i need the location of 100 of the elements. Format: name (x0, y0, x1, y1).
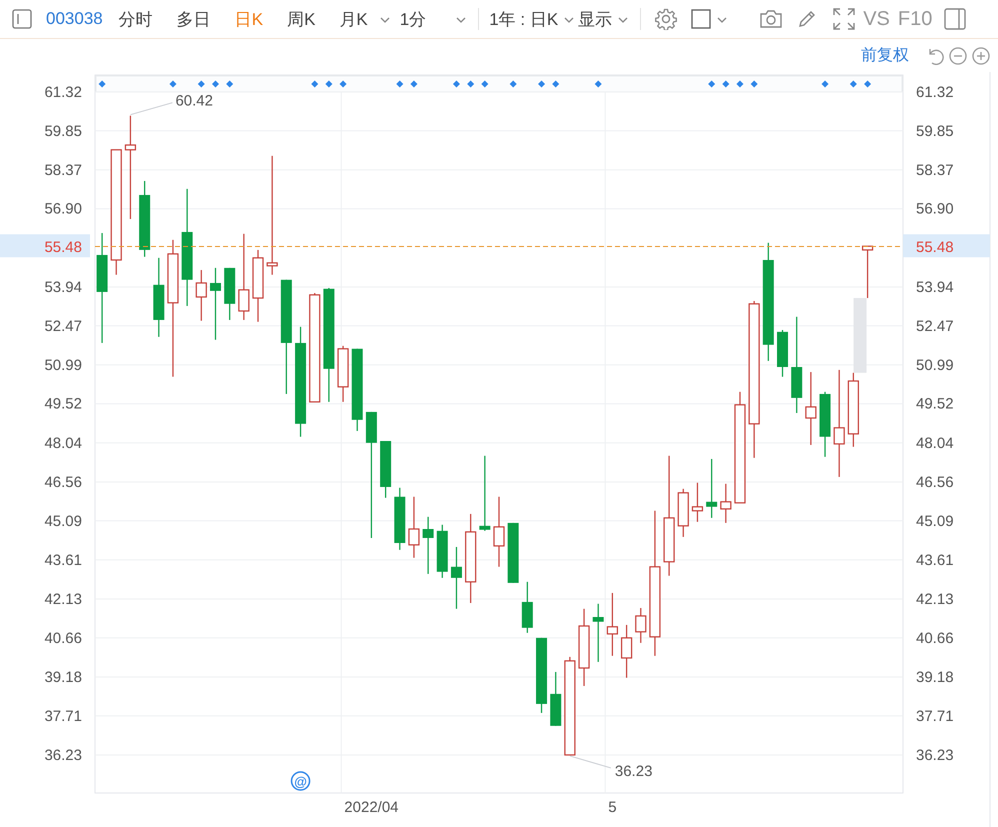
candlestick (550, 672, 562, 726)
chevron-down-icon (717, 17, 728, 23)
square-icon (691, 9, 712, 29)
axis-label: 50.99 (916, 356, 954, 374)
axis-label: 59.85 (44, 122, 82, 140)
period-tab[interactable]: 多日 (174, 4, 213, 34)
axis-label: 40.66 (916, 630, 954, 647)
chevron-down-icon (456, 17, 466, 23)
interval-dropdown[interactable]: 1分 (398, 4, 468, 34)
event-marker (410, 80, 418, 88)
axis-label: 58.37 (44, 162, 82, 179)
event-marker (481, 80, 488, 88)
settings-icon[interactable] (655, 8, 678, 30)
axis-label: 37.71 (44, 708, 82, 725)
candlestick (337, 346, 349, 402)
event-marker (226, 80, 234, 88)
camera-icon[interactable] (759, 9, 784, 29)
sidebar-toggle-icon[interactable] (12, 9, 32, 29)
side-panel-icon[interactable] (944, 8, 966, 30)
candlestick (635, 608, 646, 643)
axis-label: 37.71 (916, 708, 954, 725)
axis-label: 43.61 (916, 552, 954, 569)
adjust-link[interactable]: 前复权 (861, 45, 909, 66)
axis-label: 2022/04 (344, 799, 399, 816)
period-tab[interactable]: 周K (285, 4, 318, 34)
event-marker (467, 80, 474, 88)
axis-label: 56.90 (916, 200, 954, 218)
candlestick (450, 546, 462, 609)
event-marker (750, 80, 758, 88)
axis-label: 46.56 (44, 474, 82, 491)
leader-line (569, 755, 612, 768)
event-marker (510, 80, 517, 88)
event-marker (325, 80, 332, 88)
period-tab[interactable]: 月K (337, 4, 392, 34)
event-marker (311, 80, 318, 88)
axis-label: 53.94 (44, 278, 82, 296)
candlestick (620, 624, 632, 678)
fullscreen-icon[interactable] (833, 8, 856, 30)
candlestick (508, 522, 519, 583)
axis-label: 52.47 (44, 318, 82, 335)
axis-label: 59.85 (916, 122, 954, 140)
event-marker (169, 80, 176, 88)
axis-label: 58.37 (916, 162, 954, 179)
candlestick (224, 268, 236, 320)
axis-label: 42.13 (44, 591, 82, 608)
candlestick (380, 441, 392, 498)
candlestick (678, 488, 689, 537)
chevron-down-icon (380, 17, 390, 23)
axis-label: 49.52 (916, 396, 954, 413)
axis-label: 5 (608, 799, 617, 816)
axis-label: 42.13 (916, 591, 954, 608)
candlestick (436, 524, 448, 578)
leader-line (130, 102, 173, 116)
price-label: 60.42 (175, 92, 213, 110)
axis-label: 52.47 (916, 318, 954, 335)
axis-label: 36.23 (44, 746, 82, 764)
axis-label: 45.09 (916, 512, 954, 530)
event-marker (594, 80, 602, 88)
zoom-out-icon[interactable] (949, 46, 967, 64)
event-marker (736, 80, 744, 88)
layout-dropdown[interactable] (691, 9, 728, 29)
candlestick (777, 330, 788, 377)
axis-label: 43.61 (44, 552, 82, 569)
axis-label: 48.04 (44, 434, 82, 452)
event-marker (722, 80, 730, 88)
axis-label: 50.99 (44, 356, 82, 374)
axis-label: 39.18 (44, 669, 82, 686)
pencil-icon[interactable] (797, 9, 818, 29)
chevron-down-icon (618, 17, 628, 23)
zoom-in-icon[interactable] (972, 46, 990, 64)
axis-label: 45.09 (44, 512, 82, 530)
display-dropdown[interactable]: 显示 (576, 4, 630, 34)
stock-code: 003038 (46, 9, 103, 29)
current-price-label: 55.48 (44, 239, 82, 256)
period-tab[interactable]: 分时 (116, 4, 155, 34)
candlestick (522, 582, 533, 633)
event-marker (340, 80, 347, 88)
event-marker (538, 80, 546, 88)
candlestick (592, 604, 604, 662)
event-marker (552, 80, 560, 88)
candlestick (493, 496, 505, 567)
current-price-label: 55.48 (916, 239, 954, 256)
candlestick (692, 482, 704, 522)
candlestick (196, 270, 207, 321)
event-marker (98, 80, 106, 88)
candlestick (720, 484, 732, 523)
event-marker (850, 80, 857, 88)
candlestick (422, 516, 434, 574)
axis-label: 53.94 (916, 278, 954, 296)
axis-label: 36.23 (916, 746, 954, 764)
event-badge: @ (290, 771, 310, 791)
candlestick (706, 458, 718, 518)
axis-label: 61.32 (44, 84, 82, 101)
range-dropdown[interactable]: 1年 : 日K (487, 4, 576, 34)
event-marker (822, 80, 829, 88)
axis-label: 40.66 (44, 630, 82, 647)
axis-label: 61.32 (916, 84, 954, 101)
event-marker (864, 80, 872, 88)
event-marker (396, 80, 404, 88)
candlestick (394, 488, 406, 550)
